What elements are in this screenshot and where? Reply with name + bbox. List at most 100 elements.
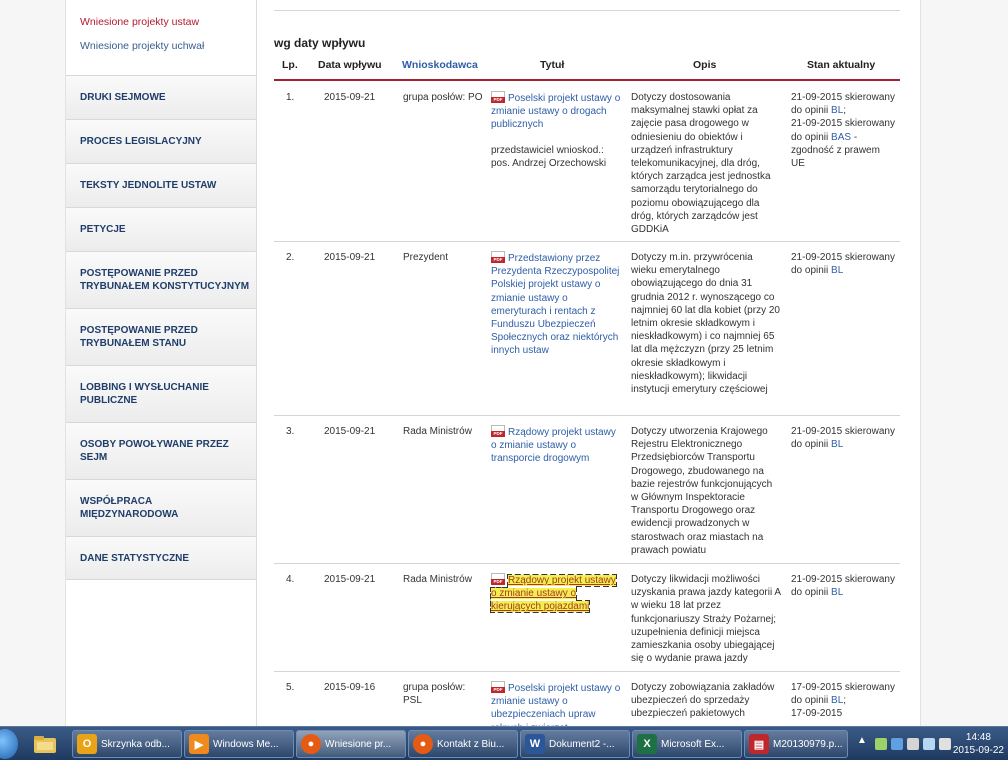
clock[interactable]: 14:48 2015-09-22	[953, 731, 1004, 757]
taskbar-button-firefox-kontakt[interactable]: ● Kontakt z Biu...	[408, 730, 518, 758]
row-title: Poselski projekt ustawy o zmianie ustawy…	[491, 681, 621, 726]
pdf-icon[interactable]	[491, 681, 505, 693]
taskbar-button-pdf[interactable]: ▤ M20130979.p...	[744, 730, 848, 758]
excel-icon: X	[637, 734, 657, 754]
row-description: Dotyczy likwidacji możliwości uzyskania …	[631, 574, 781, 665]
sidebar-link-projekty-uchwal[interactable]: Wniesione projekty uchwał	[80, 40, 256, 52]
sidebar-item-proces-legislacyjny[interactable]: PROCES LEGISLACYJNY	[66, 119, 256, 163]
state-link-bas[interactable]: BAS	[831, 132, 851, 143]
pdf-icon[interactable]	[491, 573, 505, 585]
section-title: wg daty wpływu	[274, 36, 366, 50]
state-link-bl[interactable]: BL	[831, 587, 843, 598]
row-title-link[interactable]: Poselski projekt ustawy o zmianie ustawy…	[491, 683, 620, 726]
row-lp: 2.	[286, 252, 295, 263]
word-icon: W	[525, 734, 545, 754]
network-icon[interactable]	[923, 738, 935, 750]
row-title: Rządowy projekt ustawy o zmianie ustawy …	[490, 573, 621, 614]
row-applicant: grupa posłów: PO	[403, 92, 483, 103]
sidebar-link-projekty-ustaw[interactable]: Wniesione projekty ustaw	[80, 16, 256, 28]
sidebar: Wniesione projekty ustaw Wniesione proje…	[66, 0, 256, 580]
row-description: Dotyczy zobowiązania zakładów ubezpiecze…	[631, 682, 775, 720]
row-title: Poselski projekt ustawy o zmianie ustawy…	[491, 91, 621, 170]
explorer-icon[interactable]	[32, 731, 58, 757]
taskbar-label: Kontakt z Biu...	[437, 738, 505, 750]
clock-time: 14:48	[965, 732, 991, 743]
taskbar-button-word[interactable]: W Dokument2 -...	[520, 730, 630, 758]
pdf-icon[interactable]	[491, 425, 505, 437]
pdf-icon: ▤	[749, 734, 769, 754]
state-tail: ;	[843, 105, 847, 117]
row-state: 17-09-2015 skierowany do opinii BL; 17-0…	[791, 681, 896, 721]
taskbar-label: M20130979.p...	[773, 738, 843, 750]
sidebar-item-osoby-powolywane[interactable]: OSOBY POWOŁYWANE PRZEZ SEJM	[66, 422, 256, 479]
table-row: 5. 2015-09-16 grupa posłów: PSL Poselski…	[274, 672, 900, 726]
system-tray: ▲ 14:48 2015-09-22	[855, 727, 1008, 760]
row-lp: 4.	[286, 574, 295, 585]
row-title-link[interactable]: Rządowy projekt ustawy o zmianie ustawy …	[490, 573, 617, 614]
row-title-link[interactable]: Rządowy projekt ustawy o zmianie ustawy …	[491, 427, 616, 464]
state-link-bl[interactable]: BL	[831, 265, 843, 276]
taskbar-label: Skrzynka odb...	[101, 738, 170, 750]
sidebar-item-petycje[interactable]: PETYCJE	[66, 207, 256, 251]
row-description: Dotyczy dostosowania maksymalnej stawki …	[631, 92, 771, 236]
row-state: 21-09-2015 skierowany do opinii BL	[791, 251, 896, 277]
sidebar-item-trybunal-stanu[interactable]: POSTĘPOWANIE PRZED TRYBUNAŁEM STANU	[66, 308, 256, 365]
sidebar-sub-links: Wniesione projekty ustaw Wniesione proje…	[66, 0, 256, 75]
taskbar-label: Wniesione pr...	[325, 738, 392, 750]
row-lp: 5.	[286, 682, 295, 693]
row-lp: 1.	[286, 92, 295, 103]
taskbar-button-excel[interactable]: X Microsoft Ex...	[632, 730, 742, 758]
tray-app-icon[interactable]	[891, 738, 903, 750]
sidebar-item-wspolpraca[interactable]: WSPÓŁPRACA MIĘDZYNARODOWA	[66, 479, 256, 536]
state-link-bl[interactable]: BL	[831, 105, 843, 116]
left-margin	[0, 0, 66, 726]
header-state: Stan aktualny	[807, 59, 876, 71]
row-description: Dotyczy m.in. przywrócenia wieku emeryta…	[631, 252, 780, 396]
pdf-icon[interactable]	[491, 251, 505, 263]
sidebar-item-druki-sejmowe[interactable]: DRUKI SEJMOWE	[66, 75, 256, 119]
header-date: Data wpływu	[318, 59, 382, 71]
header-lp: Lp.	[282, 59, 298, 71]
row-lp: 3.	[286, 426, 295, 437]
taskbar-button-media-player[interactable]: ▶ Windows Me...	[184, 730, 294, 758]
row-date: 2015-09-21	[324, 574, 376, 585]
row-applicant: grupa posłów: PSL	[403, 682, 466, 707]
state-link-bl[interactable]: BL	[831, 695, 843, 706]
volume-icon[interactable]	[939, 738, 951, 750]
row-applicant: Rada Ministrów	[403, 426, 472, 437]
header-desc: Opis	[693, 59, 717, 71]
header-title: Tytuł	[540, 59, 565, 71]
content-separator	[256, 0, 257, 726]
row-state: 21-09-2015 skierowany do opinii BL	[791, 425, 896, 451]
sidebar-item-teksty-jednolite[interactable]: TEKSTY JEDNOLITE USTAW	[66, 163, 256, 207]
sidebar-item-lobbing[interactable]: LOBBING I WYSŁUCHANIE PUBLICZNE	[66, 365, 256, 422]
tray-app-icon[interactable]	[875, 738, 887, 750]
tray-expand-icon[interactable]: ▲	[857, 735, 867, 746]
table-header: Lp. Data wpływu Wnioskodawca Tytuł Opis …	[274, 57, 900, 81]
row-state: 21-09-2015 skierowany do opinii BL	[791, 573, 896, 599]
row-title-link[interactable]: Poselski projekt ustawy o zmianie ustawy…	[491, 93, 620, 130]
start-button[interactable]	[0, 729, 18, 759]
tray-app-icon[interactable]	[907, 738, 919, 750]
row-title-link[interactable]: Przedstawiony przez Prezydenta Rzeczypos…	[491, 253, 619, 356]
taskbar-button-outlook[interactable]: O Skrzynka odb...	[72, 730, 182, 758]
taskbar-button-firefox-wniesione[interactable]: ● Wniesione pr...	[296, 730, 406, 758]
state-text: 17-09-2015	[791, 708, 843, 720]
taskbar: O Skrzynka odb... ▶ Windows Me... ● Wnie…	[0, 726, 1008, 760]
row-date: 2015-09-16	[324, 682, 376, 693]
outlook-icon: O	[77, 734, 97, 754]
firefox-icon: ●	[301, 734, 321, 754]
header-applicant[interactable]: Wnioskodawca	[402, 59, 478, 71]
state-tail: ;	[843, 695, 847, 707]
media-player-icon: ▶	[189, 734, 209, 754]
clock-date: 2015-09-22	[952, 745, 1004, 756]
row-state: 21-09-2015 skierowany do opinii BL; 21-0…	[791, 91, 896, 170]
row-title: Rządowy projekt ustawy o zmianie ustawy …	[491, 425, 621, 466]
table-row: 4. 2015-09-21 Rada Ministrów Rządowy pro…	[274, 564, 900, 672]
sidebar-item-trybunal-konstytucyjny[interactable]: POSTĘPOWANIE PRZED TRYBUNAŁEM KONSTYTUCY…	[66, 251, 256, 308]
right-margin	[920, 0, 1008, 726]
pdf-icon[interactable]	[491, 91, 505, 103]
sidebar-item-dane-statystyczne[interactable]: DANE STATYSTYCZNE	[66, 536, 256, 580]
state-link-bl[interactable]: BL	[831, 439, 843, 450]
row-date: 2015-09-21	[324, 92, 376, 103]
